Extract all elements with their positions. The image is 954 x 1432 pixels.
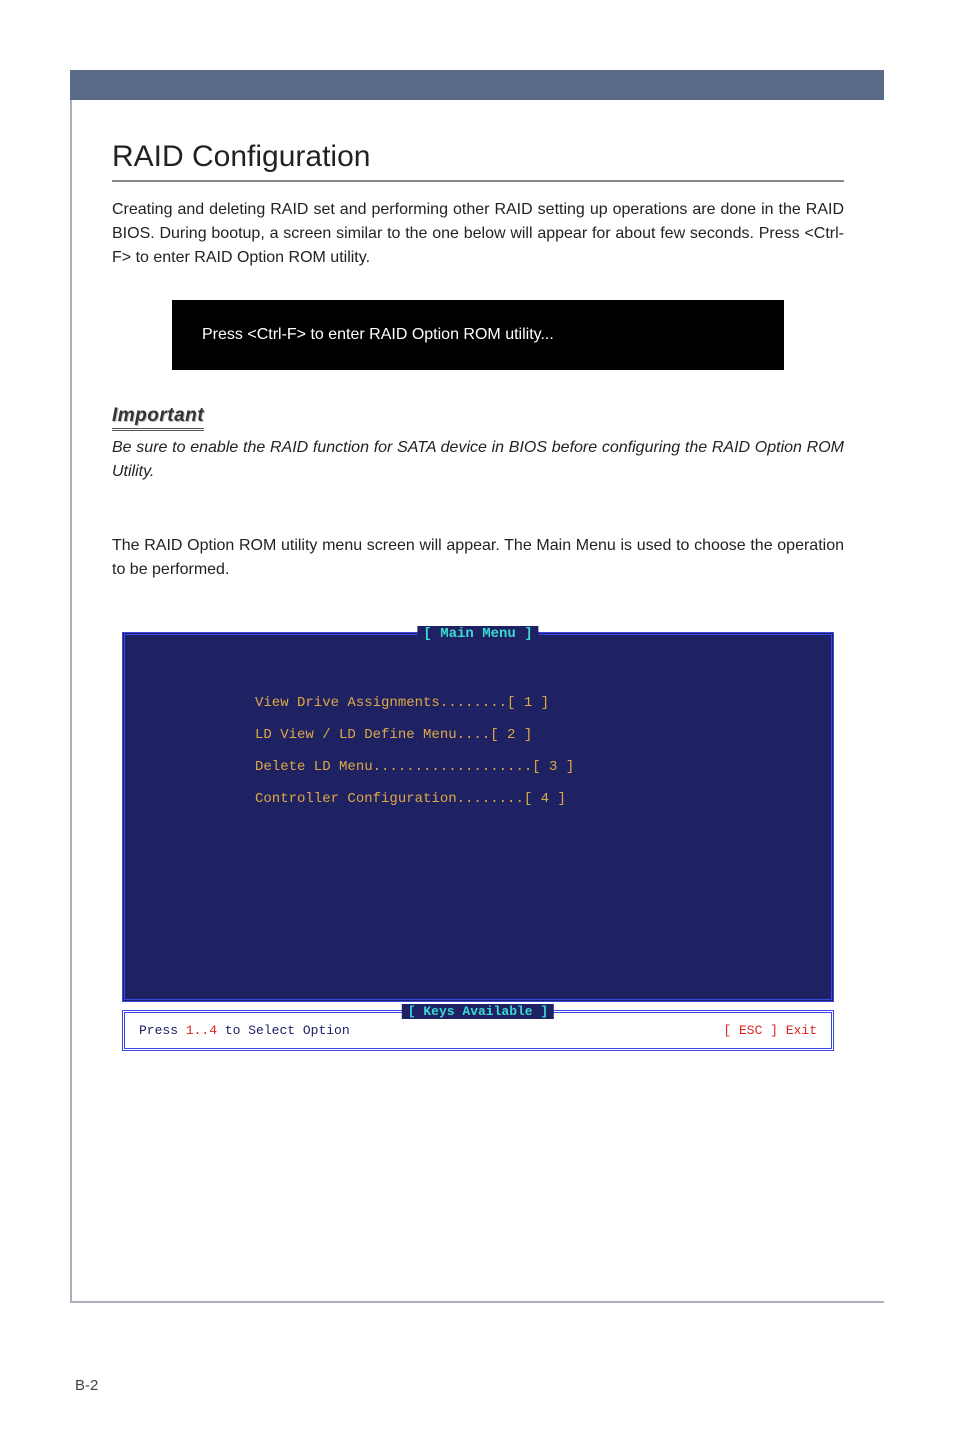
page-number: B-2 <box>75 1377 98 1394</box>
header-banner <box>70 70 884 100</box>
bios-keys-title: [ Keys Available ] <box>402 1004 554 1019</box>
bios-main-title: [ Main Menu ] <box>417 626 538 642</box>
content-box: RAID Configuration Creating and deleting… <box>70 100 884 1303</box>
bios-screenshot: [ Main Menu ] View Drive Assignments....… <box>122 632 834 1051</box>
bios-keys-right: [ ESC ] Exit <box>723 1023 817 1038</box>
bios-keys-rest: to Select Option <box>217 1023 350 1038</box>
bios-main-menu-box: [ Main Menu ] View Drive Assignments....… <box>122 632 834 1002</box>
bios-menu-item: View Drive Assignments........[ 1 ] <box>255 695 811 711</box>
boot-message-box: Press <Ctrl-F> to enter RAID Option ROM … <box>172 300 784 370</box>
bios-keys-left: Press 1..4 to Select Option <box>139 1023 350 1038</box>
bios-keys-box: [ Keys Available ] Press 1..4 to Select … <box>122 1010 834 1051</box>
intro-paragraph: Creating and deleting RAID set and perfo… <box>112 198 844 270</box>
important-text: Be sure to enable the RAID function for … <box>112 436 844 484</box>
bios-menu-item: Controller Configuration........[ 4 ] <box>255 791 811 807</box>
page-title: RAID Configuration <box>112 140 844 182</box>
bios-intro-paragraph: The RAID Option ROM utility menu screen … <box>112 534 844 582</box>
bios-menu-items: View Drive Assignments........[ 1 ] LD V… <box>145 675 811 807</box>
important-label: Important <box>112 405 204 431</box>
bios-menu-item: LD View / LD Define Menu....[ 2 ] <box>255 727 811 743</box>
bios-keys-press: Press <box>139 1023 186 1038</box>
header-label: AMD RAID <box>75 45 884 65</box>
bios-keys-range: 1..4 <box>186 1023 217 1038</box>
bios-menu-item: Delete LD Menu...................[ 3 ] <box>255 759 811 775</box>
